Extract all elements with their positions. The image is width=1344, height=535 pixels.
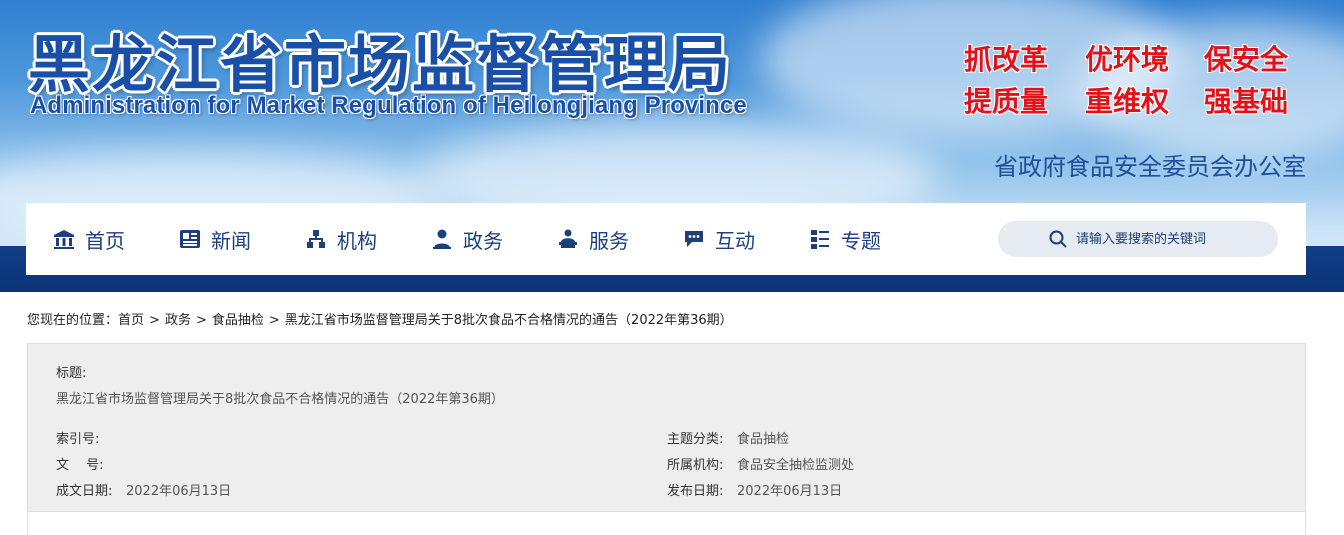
breadcrumb-separator: > [195, 313, 207, 328]
breadcrumb-home[interactable]: 首页 [118, 313, 144, 328]
org-chart-icon [305, 228, 327, 250]
breadcrumb-food-sampling[interactable]: 食品抽检 [212, 313, 264, 328]
nav-label: 互动 [715, 228, 755, 253]
main-nav: 首页 新闻 机构 政务 服务 互动 专题 [26, 203, 1306, 275]
article-content [27, 512, 1306, 535]
org-value: 食品安全抽检监测处 [737, 458, 855, 473]
topic-value: 食品抽检 [737, 432, 790, 447]
nav-item-affairs[interactable]: 政务 [431, 203, 503, 275]
nav-label: 新闻 [211, 228, 251, 253]
slogan: 保安全 [1204, 43, 1289, 76]
docno-label: 文 号: [56, 458, 104, 473]
bank-icon [53, 228, 75, 250]
title-value: 黑龙江省市场监督管理局关于8批次食品不合格情况的通告（2022年第36期） [56, 392, 504, 407]
published-date-value: 2022年06月13日 [737, 484, 843, 499]
slogan: 强基础 [1204, 85, 1289, 118]
official-icon [431, 228, 453, 250]
nav-label: 机构 [337, 228, 377, 253]
office-name: 省政府食品安全委员会办公室 [994, 153, 1306, 181]
breadcrumb-separator: > [268, 313, 280, 328]
nav-label: 政务 [463, 228, 503, 253]
title-label: 标题: [56, 366, 87, 381]
list-icon [809, 228, 831, 250]
slogans: 抓改革 优环境 保安全 提质量 重维权 强基础 [964, 38, 1309, 120]
nav-label: 服务 [589, 228, 629, 253]
nav-label: 专题 [841, 228, 881, 253]
nav-item-topics[interactable]: 专题 [809, 203, 881, 275]
slogan: 重维权 [1085, 85, 1170, 118]
search-input[interactable] [1076, 231, 1246, 247]
nav-item-organization[interactable]: 机构 [305, 203, 377, 275]
breadcrumb-affairs[interactable]: 政务 [165, 313, 191, 328]
service-icon [557, 228, 579, 250]
breadcrumb-prefix: 您现在的位置： [27, 313, 119, 328]
nav-item-news[interactable]: 新闻 [179, 203, 251, 275]
breadcrumb-separator: > [149, 313, 160, 328]
chat-icon [683, 228, 705, 250]
nav-item-interaction[interactable]: 互动 [683, 203, 755, 275]
breadcrumb-current: 黑龙江省市场监督管理局关于8批次食品不合格情况的通告（2022年第36期） [284, 313, 733, 328]
site-title[interactable]: 黑龙江省市场监督管理局 [28, 14, 732, 104]
search-box[interactable] [998, 221, 1278, 257]
breadcrumb: 您现在的位置：首页 > 政务 > 食品抽检 > 黑龙江省市场监督管理局关于8批次食品不合格情… [27, 309, 733, 328]
site-subtitle: Administration for Market Regulation of … [30, 92, 747, 119]
created-date-value: 2022年06月13日 [126, 484, 232, 499]
published-date-label: 发布日期: [667, 484, 724, 499]
document-meta: 标题: 黑龙江省市场监督管理局关于8批次食品不合格情况的通告（2022年第36期… [27, 343, 1306, 512]
slogan: 抓改革 [964, 43, 1049, 76]
slogan: 提质量 [964, 85, 1049, 118]
nav-label: 首页 [85, 228, 125, 253]
org-label: 所属机构: [667, 458, 724, 473]
index-label: 索引号: [56, 432, 100, 447]
nav-item-service[interactable]: 服务 [557, 203, 629, 275]
search-icon[interactable] [1048, 229, 1068, 249]
nav-item-home[interactable]: 首页 [53, 203, 125, 275]
newspaper-icon [179, 228, 201, 250]
created-date-label: 成文日期: [56, 484, 113, 499]
topic-label: 主题分类: [667, 432, 724, 447]
slogan: 优环境 [1085, 43, 1170, 76]
